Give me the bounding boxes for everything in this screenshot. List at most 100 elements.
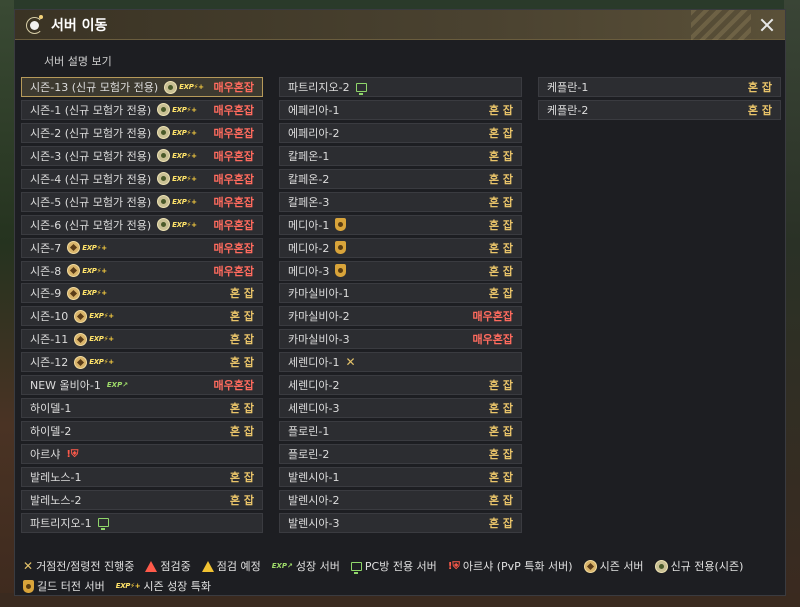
- server-row[interactable]: 발레노스-1 혼 잡: [21, 466, 263, 487]
- server-row[interactable]: 카마실비아-2 매우혼잡: [279, 306, 522, 327]
- server-icons: EXP⚡+: [157, 218, 197, 232]
- server-row[interactable]: 칼페온-3 혼 잡: [279, 191, 522, 212]
- server-row[interactable]: 칼페온-2 혼 잡: [279, 168, 522, 189]
- server-row[interactable]: 세렌디아-3 혼 잡: [279, 398, 522, 419]
- server-congestion-status: 매우혼잡: [213, 264, 254, 278]
- server-congestion-status: 혼 잡: [229, 493, 254, 507]
- server-name: NEW 올비아-1: [30, 379, 101, 393]
- server-icons: EXP⚡+: [74, 355, 114, 369]
- server-congestion-status: 매우혼잡: [213, 218, 254, 232]
- server-name: 시즌-1 (신규 모험가 전용): [30, 103, 152, 117]
- server-row[interactable]: 메디아-2 혼 잡: [279, 237, 522, 258]
- server-row[interactable]: 플로린-2 혼 잡: [279, 444, 522, 464]
- background-left: [0, 0, 14, 607]
- server-row[interactable]: NEW 올비아-1 EXP↗ 매우혼잡: [21, 375, 263, 396]
- server-row[interactable]: 발렌시아-2 혼 잡: [279, 489, 522, 510]
- server-congestion-status: 혼 잡: [488, 149, 513, 163]
- server-congestion-status: 혼 잡: [488, 516, 513, 530]
- server-name: 발레노스-2: [30, 493, 82, 507]
- server-name: 하이델-2: [30, 425, 72, 439]
- server-row[interactable]: 파트리지오-2: [279, 77, 522, 97]
- server-row[interactable]: 카마실비아-1 혼 잡: [279, 283, 522, 304]
- server-congestion-status: 혼 잡: [488, 195, 513, 209]
- server-row[interactable]: 시즌-11 EXP⚡+ 혼 잡: [21, 329, 263, 350]
- server-row[interactable]: 시즌-6 (신규 모험가 전용) EXP⚡+ 매우혼잡: [21, 214, 263, 235]
- legend-label: 성장 서버: [295, 560, 340, 573]
- server-congestion-status: 매우혼잡: [213, 241, 254, 255]
- server-row[interactable]: 발렌시아-1 혼 잡: [279, 466, 522, 487]
- pc-cafe-icon: [355, 82, 367, 95]
- new-season-icon: [157, 172, 171, 186]
- server-congestion-status: 혼 잡: [229, 356, 254, 370]
- server-row[interactable]: 시즌-12 EXP⚡+ 혼 잡: [21, 352, 263, 373]
- growth-server-icon: EXP↗: [271, 562, 293, 570]
- server-row[interactable]: 메디아-3 혼 잡: [279, 260, 522, 281]
- server-name: 칼페온-3: [288, 195, 330, 209]
- close-icon[interactable]: [757, 15, 777, 35]
- server-row[interactable]: 카마실비아-3 매우혼잡: [279, 329, 522, 350]
- legend-line-2: 길드 터전 서버 EXP⚡+ 시즌 성장 특화: [23, 576, 783, 596]
- server-congestion-status: 혼 잡: [488, 172, 513, 186]
- server-row[interactable]: 시즌-13 (신규 모험가 전용) EXP⚡+ 매우혼잡: [21, 77, 263, 97]
- server-congestion-status: 혼 잡: [229, 425, 254, 439]
- server-row[interactable]: 에페리아-1 혼 잡: [279, 99, 522, 120]
- server-row[interactable]: 시즌-2 (신규 모험가 전용) EXP⚡+ 매우혼잡: [21, 122, 263, 143]
- guild-territory-icon: [335, 241, 347, 255]
- server-name: 시즌-2 (신규 모험가 전용): [30, 126, 152, 140]
- server-row[interactable]: 시즌-5 (신규 모험가 전용) EXP⚡+ 매우혼잡: [21, 191, 263, 212]
- legend-item: EXP⚡+ 시즌 성장 특화: [116, 578, 211, 594]
- server-move-window: 서버 이동 서버 설명 보기 시즌-13 (신규 모험가 전용) EXP⚡+ 매우혼…: [14, 9, 786, 596]
- server-icons: EXP⚡+: [164, 80, 204, 94]
- server-row[interactable]: 에페리아-2 혼 잡: [279, 122, 522, 143]
- server-name: 메디아-1: [288, 218, 330, 232]
- server-row[interactable]: 메디아-1 혼 잡: [279, 214, 522, 235]
- server-name: 카마실비아-3: [288, 333, 350, 347]
- server-row[interactable]: 발레노스-2 혼 잡: [21, 489, 263, 510]
- server-row[interactable]: 케플란-1 혼 잡: [538, 77, 781, 97]
- server-row[interactable]: 시즌-10 EXP⚡+ 혼 잡: [21, 306, 263, 327]
- server-row[interactable]: 시즌-4 (신규 모험가 전용) EXP⚡+ 매우혼잡: [21, 168, 263, 189]
- server-congestion-status: 혼 잡: [488, 493, 513, 507]
- season-exp-boost-icon: EXP⚡+: [179, 83, 204, 91]
- server-row[interactable]: 시즌-8 EXP⚡+ 매우혼잡: [21, 260, 263, 281]
- legend-item: EXP↗ 성장 서버: [272, 558, 340, 574]
- server-row[interactable]: 시즌-1 (신규 모험가 전용) EXP⚡+ 매우혼잡: [21, 99, 263, 120]
- server-icons: [97, 518, 109, 531]
- season-exp-boost-icon: EXP⚡+: [172, 197, 197, 206]
- server-congestion-status: 매우혼잡: [213, 172, 254, 186]
- server-row[interactable]: 파트리지오-1: [21, 512, 263, 533]
- server-congestion-status: 매우혼잡: [472, 310, 513, 324]
- server-row[interactable]: 플로린-1 혼 잡: [279, 421, 522, 442]
- server-row[interactable]: 세렌디아-2 혼 잡: [279, 375, 522, 396]
- server-row[interactable]: 하이델-2 혼 잡: [21, 421, 263, 442]
- server-row[interactable]: 케플란-2 혼 잡: [538, 99, 781, 120]
- server-name: 세렌디아-1: [288, 356, 340, 370]
- server-row[interactable]: 아르샤 !⛨: [21, 444, 263, 464]
- server-name: 메디아-2: [288, 241, 330, 255]
- season-exp-boost-icon: EXP⚡+: [89, 335, 114, 344]
- server-icons: EXP↗: [107, 381, 128, 389]
- server-description-link[interactable]: 서버 설명 보기: [44, 53, 112, 69]
- server-row[interactable]: 하이델-1 혼 잡: [21, 398, 263, 419]
- server-row[interactable]: 세렌디아-1 ✕: [279, 352, 522, 373]
- server-row[interactable]: 시즌-9 EXP⚡+ 혼 잡: [21, 283, 263, 304]
- server-name: 파트리지오-2: [288, 81, 350, 94]
- growth-server-icon: EXP↗: [106, 381, 129, 390]
- legend-item: ✕ 거점전/점령전 진행중: [23, 558, 134, 574]
- server-congestion-status: 혼 잡: [229, 402, 254, 416]
- server-row[interactable]: 발렌시아-3 혼 잡: [279, 512, 522, 533]
- season-server-icon: [583, 559, 597, 573]
- node-war-swords-icon: ✕: [23, 559, 34, 573]
- server-row[interactable]: 시즌-7 EXP⚡+ 매우혼잡: [21, 237, 263, 258]
- server-congestion-status: 혼 잡: [229, 470, 254, 484]
- server-name: 시즌-10: [30, 310, 69, 324]
- new-season-icon: [164, 80, 178, 94]
- legend: ✕ 거점전/점령전 진행중 점검중 점검 예정 EXP↗ 성장 서버 PC방 전용 서버 !⛨…: [23, 556, 783, 596]
- server-row[interactable]: 칼페온-1 혼 잡: [279, 145, 522, 166]
- server-row[interactable]: 시즌-3 (신규 모험가 전용) EXP⚡+ 매우혼잡: [21, 145, 263, 166]
- server-congestion-status: 매우혼잡: [472, 333, 513, 347]
- server-name: 하이델-1: [30, 402, 72, 416]
- server-name: 플로린-2: [288, 448, 330, 461]
- server-congestion-status: 혼 잡: [488, 287, 513, 301]
- server-name: 발렌시아-1: [288, 470, 340, 484]
